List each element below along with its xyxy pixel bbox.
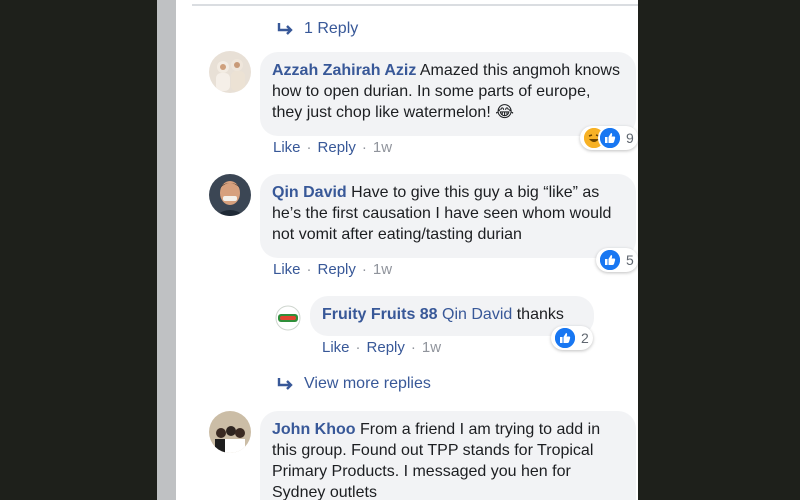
mention-link[interactable]: Qin David: [442, 306, 512, 323]
view-more-replies-label: View more replies: [304, 375, 431, 392]
reaction-count: 5: [626, 252, 634, 268]
reply-arrow-icon: [277, 378, 293, 390]
like-reaction-icon: [598, 248, 622, 272]
reply-button[interactable]: Reply: [318, 139, 356, 156]
like-reaction-icon: [553, 326, 577, 350]
page-scrollbar-gutter: [157, 0, 176, 500]
comment-actions: Like · Reply · 1w: [273, 261, 392, 278]
timestamp[interactable]: 1w: [422, 339, 441, 356]
avatar-image: [275, 305, 301, 331]
separator: ·: [306, 261, 312, 278]
view-replies-link[interactable]: 1 Reply: [276, 20, 358, 38]
comment-author[interactable]: Azzah Zahirah Aziz: [272, 62, 416, 79]
separator: ·: [361, 261, 367, 278]
like-reaction-icon: [598, 126, 622, 150]
separator: ·: [306, 139, 312, 156]
view-more-replies-link[interactable]: View more replies: [276, 375, 431, 393]
timestamp[interactable]: 1w: [373, 261, 392, 278]
separator: ·: [355, 339, 361, 356]
reply-bubble: Fruity Fruits 88 Qin David thanks: [310, 296, 594, 336]
reaction-count: 9: [626, 130, 634, 146]
comments-panel: 1 Reply Azzah Zahirah Aziz Amazed this a…: [176, 0, 638, 500]
comment-author[interactable]: John Khoo: [272, 421, 356, 438]
avatar[interactable]: [209, 411, 251, 453]
like-button[interactable]: Like: [273, 139, 301, 156]
reaction-summary[interactable]: 2: [551, 326, 593, 350]
comment-bubble: John Khoo From a friend I am trying to a…: [260, 411, 636, 500]
avatar[interactable]: [209, 174, 251, 216]
comment-bubble: Azzah Zahirah Aziz Amazed this angmoh kn…: [260, 52, 636, 136]
separator: ·: [410, 339, 416, 356]
divider: [192, 4, 638, 6]
like-button[interactable]: Like: [273, 261, 301, 278]
comment-author[interactable]: Qin David: [272, 184, 347, 201]
like-button[interactable]: Like: [322, 339, 350, 356]
avatar[interactable]: [209, 51, 251, 93]
view-replies-label: 1 Reply: [304, 20, 359, 37]
reaction-count: 2: [581, 330, 589, 346]
reply-arrow-icon: [277, 23, 293, 35]
timestamp[interactable]: 1w: [373, 139, 392, 156]
reply-text: thanks: [516, 306, 564, 323]
avatar-image: [209, 411, 251, 453]
avatar-image: [209, 174, 251, 216]
reply-button[interactable]: Reply: [318, 261, 356, 278]
avatar-image: [209, 51, 251, 93]
reply-author[interactable]: Fruity Fruits 88: [322, 306, 438, 323]
avatar[interactable]: [275, 305, 301, 331]
reply-button[interactable]: Reply: [367, 339, 405, 356]
reaction-summary[interactable]: 5: [596, 248, 638, 272]
reaction-summary[interactable]: 9: [580, 126, 638, 150]
comment-bubble: Qin David Have to give this guy a big “l…: [260, 174, 636, 258]
reply-actions: Like · Reply · 1w: [322, 339, 441, 356]
separator: ·: [361, 139, 367, 156]
comment-actions: Like · Reply · 1w: [273, 139, 392, 156]
